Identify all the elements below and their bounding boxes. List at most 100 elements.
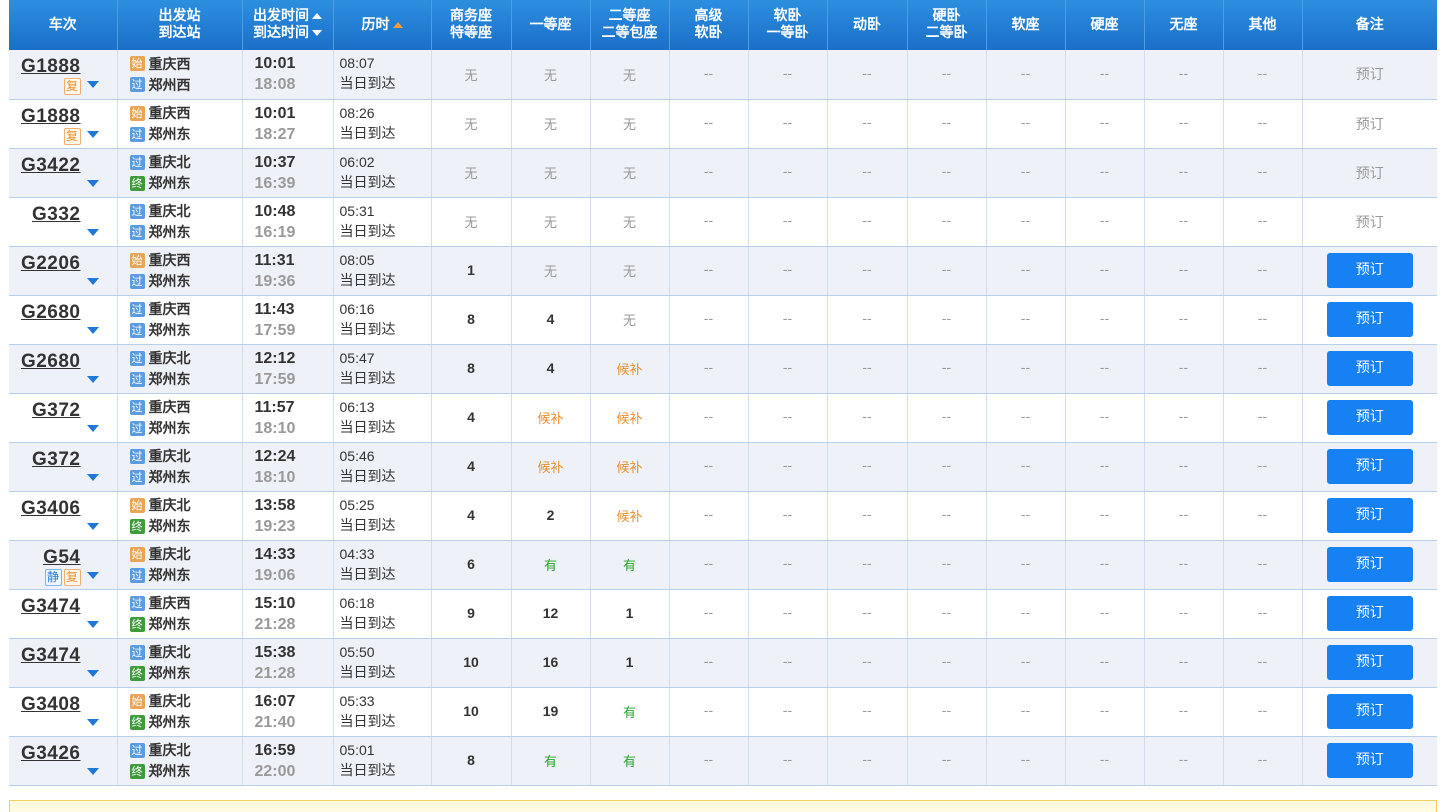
seat-cell-empty: --: [907, 638, 987, 688]
book-button[interactable]: 预订: [1326, 302, 1413, 337]
chevron-down-icon[interactable]: [86, 767, 99, 775]
train-number-link[interactable]: G2680: [21, 351, 81, 373]
chevron-down-icon[interactable]: [86, 620, 99, 628]
train-number-link[interactable]: G332: [32, 204, 80, 226]
duration: 05:46: [339, 447, 375, 464]
station-type-icon: 始: [129, 56, 145, 72]
remark-cell: 预订: [1302, 393, 1437, 443]
station-cell: 始重庆北 终郑州东: [117, 687, 243, 737]
seat-cell-empty: --: [1065, 246, 1145, 296]
arrival-time: 17:59: [254, 370, 296, 388]
seat-cell-empty: --: [748, 148, 828, 198]
train-number-link[interactable]: G3408: [21, 694, 81, 716]
train-number-link[interactable]: G3406: [21, 498, 81, 520]
book-button[interactable]: 预订: [1326, 253, 1413, 288]
col-no-seat: 无座: [1144, 0, 1224, 50]
col-time[interactable]: 出发时间 到达时间: [242, 0, 334, 50]
book-button[interactable]: 预订: [1326, 547, 1413, 582]
arrival-time: 18:27: [254, 125, 296, 143]
book-button[interactable]: 预订: [1326, 400, 1413, 435]
seat-cell-empty: --: [1223, 393, 1303, 443]
chevron-down-icon[interactable]: [86, 669, 99, 677]
book-button[interactable]: 预订: [1326, 645, 1413, 680]
sort-down-icon[interactable]: [312, 30, 322, 36]
chevron-down-icon[interactable]: [86, 375, 99, 383]
seat-business: 4: [431, 442, 512, 492]
seat-cell-empty: --: [1065, 295, 1145, 345]
duration: 08:26: [339, 104, 375, 121]
chevron-down-icon[interactable]: [86, 81, 99, 88]
seat-second: 候补: [590, 393, 670, 443]
seat-cell-empty: --: [748, 344, 828, 394]
arrival-time: 18:10: [254, 468, 296, 486]
seat-cell-empty: --: [986, 687, 1066, 737]
train-number-link[interactable]: G1888: [21, 106, 81, 128]
seat-first: 候补: [511, 393, 591, 443]
seat-cell-empty: --: [748, 295, 828, 345]
book-button[interactable]: 预订: [1326, 596, 1413, 631]
table-row: G3422 过重庆北 终郑州东 10:37 16:39 06:02 当日到达 无…: [9, 148, 1437, 198]
arrival-time: 16:19: [254, 223, 296, 241]
chevron-down-icon[interactable]: [86, 277, 99, 285]
chevron-down-icon[interactable]: [86, 424, 99, 432]
station-type-icon: 过: [129, 420, 145, 436]
arrival-time: 21:28: [254, 664, 296, 682]
arrival-day: 当日到达: [339, 762, 396, 779]
time-cell: 11:31 19:36: [242, 246, 334, 296]
train-number-link[interactable]: G1888: [21, 56, 81, 78]
seat-cell-empty: --: [669, 491, 749, 541]
train-number-link[interactable]: G3426: [21, 743, 81, 765]
seat-cell-empty: --: [907, 393, 987, 443]
seat-cell-empty: --: [748, 540, 828, 590]
chevron-down-icon[interactable]: [86, 228, 99, 236]
duration-cell: 05:46 当日到达: [333, 442, 432, 492]
book-button[interactable]: 预订: [1326, 694, 1413, 729]
seat-cell-empty: --: [827, 50, 908, 100]
from-station: 重庆北: [148, 498, 191, 514]
time-cell: 14:33 19:06: [242, 540, 334, 590]
duration-cell: 05:01 当日到达: [333, 736, 432, 786]
departure-time: 10:37: [254, 153, 296, 171]
station-type-icon: 过: [129, 154, 145, 170]
seat-cell-empty: --: [1065, 638, 1145, 688]
book-button[interactable]: 预订: [1326, 449, 1413, 484]
seat-second: 1: [590, 638, 670, 688]
train-number-link[interactable]: G2206: [21, 253, 81, 275]
train-number-link[interactable]: G3474: [21, 596, 81, 618]
col-duration[interactable]: 历时: [333, 0, 432, 50]
seat-cell-empty: --: [669, 687, 749, 737]
seat-business: 无: [431, 148, 512, 198]
book-button[interactable]: 预订: [1326, 498, 1413, 533]
train-number-link[interactable]: G372: [32, 449, 80, 471]
seat-second: 候补: [590, 442, 670, 492]
chevron-down-icon[interactable]: [86, 473, 99, 481]
duration-cell: 05:47 当日到达: [333, 344, 432, 394]
train-number-link[interactable]: G2680: [21, 302, 81, 324]
seat-first: 4: [511, 295, 591, 345]
duration-cell: 06:02 当日到达: [333, 148, 432, 198]
train-number-link[interactable]: G3422: [21, 155, 81, 177]
seat-second: 有: [590, 540, 670, 590]
chevron-down-icon[interactable]: [86, 179, 99, 187]
chevron-down-icon[interactable]: [86, 522, 99, 530]
remark-cell: 预订: [1302, 589, 1437, 639]
seat-cell-empty: --: [1144, 736, 1224, 786]
seat-cell-empty: --: [1065, 589, 1145, 639]
chevron-down-icon[interactable]: [86, 326, 99, 334]
chevron-down-icon[interactable]: [86, 718, 99, 726]
chevron-down-icon[interactable]: [86, 130, 99, 138]
seat-cell-empty: --: [748, 638, 828, 688]
book-button[interactable]: 预订: [1326, 743, 1413, 778]
train-number-link[interactable]: G54: [43, 547, 80, 569]
train-number-link[interactable]: G3474: [21, 645, 81, 667]
sort-up-icon[interactable]: [312, 13, 322, 19]
chevron-down-icon[interactable]: [86, 571, 99, 579]
to-station: 郑州东: [148, 764, 191, 780]
train-cell: G54 静复: [9, 540, 118, 590]
seat-cell-empty: --: [748, 50, 828, 100]
time-cell: 11:43 17:59: [242, 295, 334, 345]
train-number-link[interactable]: G372: [32, 400, 80, 422]
sort-up-icon[interactable]: [392, 21, 403, 28]
duration: 08:07: [339, 55, 375, 72]
book-button[interactable]: 预订: [1326, 351, 1413, 386]
